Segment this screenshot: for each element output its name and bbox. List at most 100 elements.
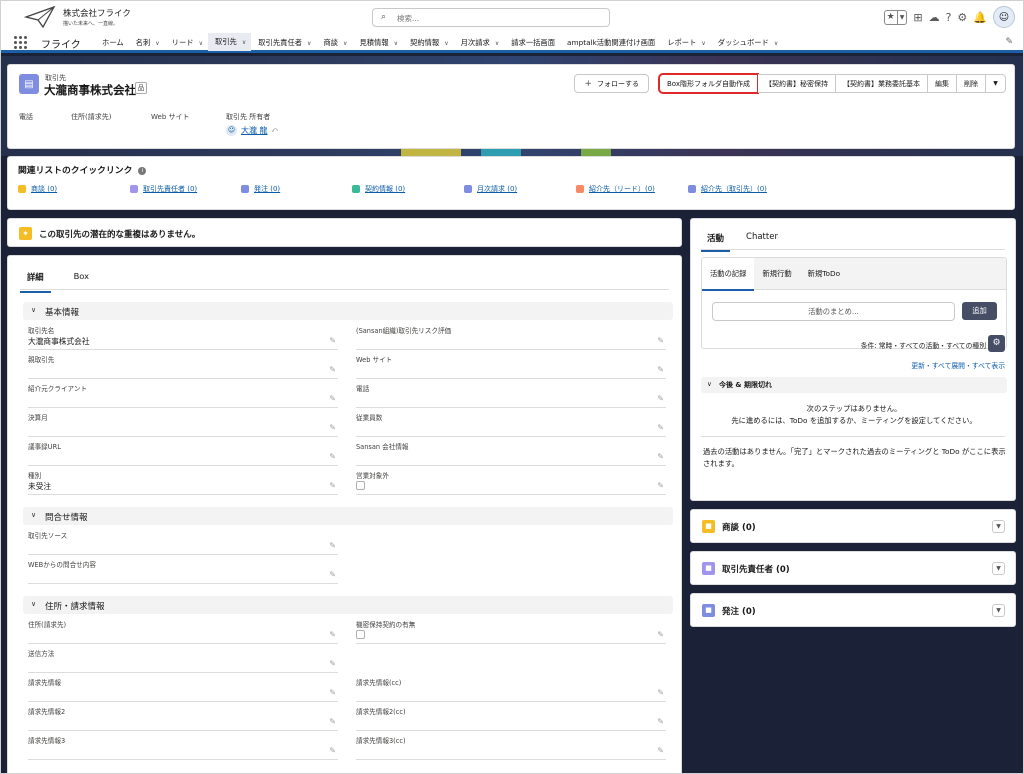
activity-links[interactable]: 更新・すべて展開・すべて表示 bbox=[911, 360, 1005, 370]
chevron-down-icon[interactable]: ∨ bbox=[394, 40, 398, 47]
edit-pencil-icon[interactable]: ✎ bbox=[657, 365, 664, 374]
quick-link-label[interactable]: 紹介先（リード）(0) bbox=[589, 184, 655, 194]
edit-pencil-icon[interactable]: ✎ bbox=[657, 481, 664, 490]
nav-item[interactable]: ホーム bbox=[95, 33, 129, 53]
edit-pencil-icon[interactable]: ✎ bbox=[657, 630, 664, 639]
edit-pencil-icon[interactable]: ✎ bbox=[657, 423, 664, 432]
quick-link-label[interactable]: 紹介先（取引先）(0) bbox=[701, 184, 767, 194]
quick-link[interactable]: 取引先責任者 (0) bbox=[130, 184, 197, 194]
quick-link-label[interactable]: 取引先責任者 (0) bbox=[143, 184, 197, 194]
chevron-down-icon[interactable]: ∨ bbox=[199, 40, 203, 47]
chevron-down-icon[interactable]: ∨ bbox=[307, 40, 311, 47]
edit-pencil-icon[interactable]: ✎ bbox=[329, 365, 336, 374]
nav-item[interactable]: amptalk活動関連付け画面 bbox=[560, 33, 660, 53]
quick-link[interactable]: 月次請求 (0) bbox=[464, 184, 517, 194]
edit-pencil-icon[interactable]: ✎ bbox=[329, 336, 336, 345]
edit-pencil-icon[interactable]: ✎ bbox=[657, 717, 664, 726]
quick-link[interactable]: 紹介先（取引先）(0) bbox=[688, 184, 767, 194]
action-button[interactable]: 編集 bbox=[928, 74, 957, 93]
edit-pencil-icon[interactable]: ✎ bbox=[329, 394, 336, 403]
edit-pencil-icon[interactable]: ✎ bbox=[329, 452, 336, 461]
related-list-title[interactable]: 取引先責任者 (0) bbox=[722, 563, 790, 575]
change-owner-icon[interactable]: ⤺ bbox=[272, 127, 278, 135]
edit-nav-pencil-icon[interactable]: ✎ bbox=[1005, 37, 1013, 47]
action-button[interactable]: 削除 bbox=[957, 74, 986, 93]
action-button[interactable]: 【契約書】業務委託基本 bbox=[836, 74, 928, 93]
chevron-down-icon[interactable]: ▼ bbox=[992, 520, 1005, 533]
notification-bell-icon[interactable]: 🔔 bbox=[973, 12, 987, 23]
nav-item[interactable]: リード ∨ bbox=[165, 33, 208, 53]
global-add-icon[interactable]: ⊞ bbox=[913, 12, 922, 23]
nav-item[interactable]: 月次請求 ∨ bbox=[454, 33, 505, 53]
owner-link[interactable]: 大瀧 龍 bbox=[241, 125, 268, 136]
trailhead-icon[interactable]: ☁ bbox=[929, 12, 940, 23]
nav-item[interactable]: 名刺 ∨ bbox=[129, 33, 165, 53]
chevron-down-icon[interactable]: ∨ bbox=[242, 39, 246, 46]
edit-pencil-icon[interactable]: ✎ bbox=[657, 452, 664, 461]
nav-item[interactable]: 取引先責任者 ∨ bbox=[251, 33, 316, 53]
follow-button[interactable]: + フォローする bbox=[574, 74, 649, 93]
edit-pencil-icon[interactable]: ✎ bbox=[329, 541, 336, 550]
favorites-button[interactable]: ★ ▼ bbox=[883, 9, 908, 25]
section-header[interactable]: ∨ 基本情報 bbox=[23, 302, 673, 320]
nav-item[interactable]: 取引先 ∨ bbox=[207, 33, 252, 53]
add-activity-button[interactable]: 追加 bbox=[962, 302, 997, 320]
chevron-down-icon[interactable]: ∨ bbox=[774, 40, 778, 47]
edit-pencil-icon[interactable]: ✎ bbox=[657, 688, 664, 697]
nav-item[interactable]: 商談 ∨ bbox=[316, 33, 352, 53]
edit-pencil-icon[interactable]: ✎ bbox=[329, 659, 336, 668]
user-avatar[interactable]: ☺ bbox=[993, 6, 1015, 28]
edit-pencil-icon[interactable]: ✎ bbox=[657, 746, 664, 755]
filter-gear-icon[interactable]: ⚙ bbox=[988, 335, 1005, 352]
chevron-down-icon[interactable]: ▼ bbox=[896, 10, 907, 24]
global-search[interactable]: ⌕ 検索... bbox=[372, 8, 610, 27]
action-button[interactable]: 【契約書】秘密保持 bbox=[758, 74, 836, 93]
info-icon[interactable]: i bbox=[138, 167, 147, 175]
chevron-down-icon[interactable]: ∨ bbox=[701, 40, 705, 47]
quick-link[interactable]: 発注 (0) bbox=[241, 184, 280, 194]
quick-link-label[interactable]: 契約情報 (0) bbox=[365, 184, 405, 194]
tab-new-todo[interactable]: 新規ToDo bbox=[800, 258, 848, 289]
nav-item[interactable]: ダッシュボード ∨ bbox=[711, 33, 783, 53]
setup-gear-icon[interactable]: ⚙ bbox=[957, 12, 967, 23]
quick-link-label[interactable]: 発注 (0) bbox=[254, 184, 280, 194]
chevron-down-icon[interactable]: ∨ bbox=[155, 40, 159, 47]
chevron-down-icon[interactable]: ∨ bbox=[495, 40, 499, 47]
more-actions-chevron-icon[interactable]: ▼ bbox=[986, 74, 1006, 93]
nav-item[interactable]: 見積情報 ∨ bbox=[352, 33, 403, 53]
hierarchy-icon[interactable]: 品 bbox=[135, 82, 147, 94]
quick-link-label[interactable]: 月次請求 (0) bbox=[477, 184, 517, 194]
chevron-down-icon[interactable]: ∨ bbox=[444, 40, 448, 47]
section-header[interactable]: ∨ 住所・請求情報 bbox=[23, 596, 673, 614]
help-icon[interactable]: ? bbox=[946, 12, 952, 23]
quick-link-label[interactable]: 商談 (0) bbox=[31, 184, 57, 194]
activity-summary-input[interactable]: 活動のまとめ... bbox=[712, 302, 955, 321]
upcoming-section-header[interactable]: ∨ 今後 & 期限切れ bbox=[701, 377, 1007, 393]
tab-new-event[interactable]: 新規行動 bbox=[754, 258, 799, 289]
quick-link[interactable]: 商談 (0) bbox=[18, 184, 57, 194]
quick-link[interactable]: 契約情報 (0) bbox=[352, 184, 405, 194]
edit-pencil-icon[interactable]: ✎ bbox=[329, 688, 336, 697]
edit-pencil-icon[interactable]: ✎ bbox=[329, 423, 336, 432]
related-list-title[interactable]: 商談 (0) bbox=[722, 521, 756, 533]
edit-pencil-icon[interactable]: ✎ bbox=[329, 570, 336, 579]
field-checkbox[interactable] bbox=[356, 481, 365, 490]
action-button[interactable]: Box階形フォルダ自動作成 bbox=[657, 73, 760, 94]
field-checkbox[interactable] bbox=[356, 630, 365, 639]
nav-item[interactable]: 請求一括画面 bbox=[504, 33, 560, 53]
edit-pencil-icon[interactable]: ✎ bbox=[329, 717, 336, 726]
nav-item[interactable]: 契約情報 ∨ bbox=[403, 33, 454, 53]
edit-pencil-icon[interactable]: ✎ bbox=[657, 394, 664, 403]
tab-log-activity[interactable]: 活動の記録 bbox=[702, 258, 755, 291]
chevron-down-icon[interactable]: ∨ bbox=[343, 40, 347, 47]
section-header[interactable]: ∨ 問合せ情報 bbox=[23, 507, 673, 525]
edit-pencil-icon[interactable]: ✎ bbox=[329, 481, 336, 490]
edit-pencil-icon[interactable]: ✎ bbox=[657, 336, 664, 345]
app-launcher-icon[interactable] bbox=[14, 36, 27, 49]
quick-link[interactable]: 紹介先（リード）(0) bbox=[576, 184, 655, 194]
edit-pencil-icon[interactable]: ✎ bbox=[329, 746, 336, 755]
related-list-title[interactable]: 発注 (0) bbox=[722, 605, 756, 617]
nav-item[interactable]: レポート ∨ bbox=[660, 33, 711, 53]
chevron-down-icon[interactable]: ▼ bbox=[992, 562, 1005, 575]
chevron-down-icon[interactable]: ▼ bbox=[992, 604, 1005, 617]
